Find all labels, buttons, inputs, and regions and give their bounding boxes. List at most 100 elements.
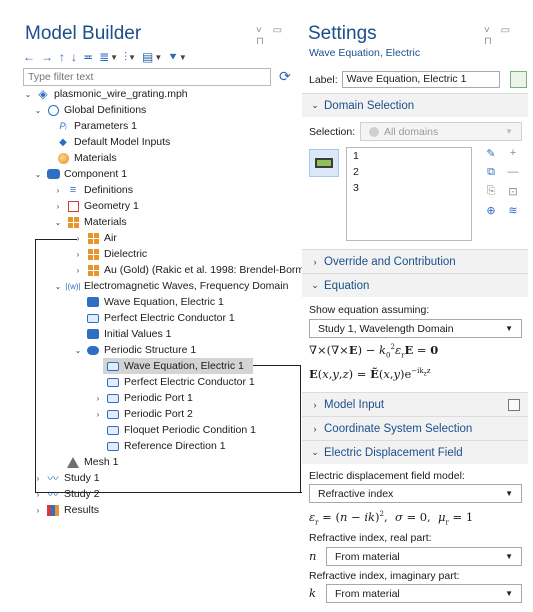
create-selection-icon[interactable]: ⊕ xyxy=(482,204,500,217)
tree-node-global-materials[interactable]: Materials xyxy=(53,150,117,166)
paste-selection-icon[interactable]: ✎ xyxy=(482,147,500,160)
port-icon xyxy=(106,392,120,404)
imaginary-part-caption: Refractive index, imaginary part: xyxy=(309,570,460,582)
collapse-toggle-icon[interactable]: ⌄ xyxy=(53,282,63,291)
tree-node-label: Wave Equation, Electric 1 xyxy=(124,360,244,372)
tree-node-ewfd[interactable]: ⌄ |(w)| Electromagnetic Waves, Frequency… xyxy=(53,278,289,294)
edit-icon[interactable] xyxy=(508,398,520,411)
tree-node-label: Geometry 1 xyxy=(84,200,139,212)
imaginary-part-combo[interactable]: From material ▼ xyxy=(326,584,522,603)
periodic-condition-icon xyxy=(106,424,120,436)
remove-icon[interactable]: — xyxy=(504,166,522,179)
zoom-selection-icon[interactable]: ⊡ xyxy=(504,185,522,198)
selection-list[interactable]: 1 2 3 xyxy=(346,147,472,241)
tree-node-periodic-port-2[interactable]: › Periodic Port 2 xyxy=(93,406,193,422)
model-builder-toolbar: ← → ↑ ↓ ≖ ≣ ▼ ⫶ ▼ ▤ ▼ ⯆ ▼ xyxy=(23,49,187,65)
expand-toggle-icon[interactable]: › xyxy=(93,410,103,419)
tree-node-mesh[interactable]: Mesh 1 xyxy=(63,454,118,470)
real-part-combo[interactable]: From material ▼ xyxy=(326,547,522,566)
list-icon[interactable]: ▤ ▼ xyxy=(142,50,162,64)
tree-node-reference-direction[interactable]: Reference Direction 1 xyxy=(103,438,226,454)
tree-node-study-1[interactable]: › 〰 Study 1 xyxy=(33,470,100,486)
move-down-icon[interactable]: ↓ xyxy=(71,50,77,64)
chevron-down-icon: ▼ xyxy=(154,52,163,62)
domain-selection-icon[interactable] xyxy=(309,149,339,177)
tree-node-initial-values[interactable]: Initial Values 1 xyxy=(83,326,172,342)
tree-node-floquet[interactable]: Floquet Periodic Condition 1 xyxy=(103,422,256,438)
selection-list-item[interactable]: 3 xyxy=(347,180,471,196)
refresh-icon[interactable]: ⟳ xyxy=(279,68,291,85)
tree-node-parameters[interactable]: Pᵢ Parameters 1 xyxy=(53,118,137,134)
collapse-icon[interactable]: ⫶ ▼ xyxy=(124,50,136,65)
chevron-down-icon: ▼ xyxy=(505,589,513,598)
reset-label-icon[interactable] xyxy=(509,71,527,88)
section-title: Domain Selection xyxy=(324,99,415,112)
tree-node-label: Wave Equation, Electric 1 xyxy=(104,296,224,308)
tree-node-gold[interactable]: › Au (Gold) (Rakic et al. 1998: Brendel-… xyxy=(73,262,310,278)
section-domain-selection[interactable]: ⌄ Domain Selection xyxy=(302,93,528,117)
highlight-icon[interactable]: ⯆ ▼ xyxy=(168,50,187,65)
expand-toggle-icon[interactable]: › xyxy=(73,234,83,243)
tree-node-default-model-inputs[interactable]: ◆ Default Model Inputs xyxy=(53,134,170,150)
forward-arrow-icon[interactable]: → xyxy=(41,50,53,64)
section-title: Model Input xyxy=(324,398,385,411)
tree-node-ps-pec[interactable]: Perfect Electric Conductor 1 xyxy=(103,374,255,390)
tree-node-pec[interactable]: Perfect Electric Conductor 1 xyxy=(83,310,235,326)
expand-toggle-icon[interactable]: › xyxy=(93,394,103,403)
tree-node-wave-equation[interactable]: Wave Equation, Electric 1 xyxy=(83,294,224,310)
tree-node-label: Periodic Port 2 xyxy=(124,408,193,420)
section-equation[interactable]: ⌄ Equation xyxy=(302,273,528,297)
tree-node-label: Au (Gold) (Rakic et al. 1998: Brendel-Bo… xyxy=(104,264,311,276)
collapse-toggle-icon[interactable]: ⌄ xyxy=(73,346,83,355)
tree-node-air[interactable]: › Air xyxy=(73,230,117,246)
tree-node-global-definitions[interactable]: ⌄ Global Definitions xyxy=(33,102,147,118)
tree-filter-input[interactable] xyxy=(23,68,271,86)
collapse-toggle-icon[interactable]: ⌄ xyxy=(23,90,33,99)
tree-node-results[interactable]: › Results xyxy=(33,502,99,518)
collapse-toggle-icon[interactable]: ⌄ xyxy=(33,106,43,115)
chevron-down-icon: ▼ xyxy=(128,52,136,62)
initial-values-icon xyxy=(86,328,100,340)
label-input[interactable]: Wave Equation, Electric 1 xyxy=(341,71,500,88)
add-icon[interactable]: + xyxy=(504,147,522,160)
back-arrow-icon[interactable]: ← xyxy=(23,50,35,64)
section-model-input[interactable]: › Model Input xyxy=(302,392,528,416)
expand-toggle-icon[interactable]: › xyxy=(73,266,83,275)
show-icon[interactable]: ≖ xyxy=(83,50,93,64)
expand-toggle-icon[interactable]: › xyxy=(53,202,63,211)
visibility-icon[interactable]: ≋ xyxy=(504,204,522,217)
reference-direction-icon xyxy=(106,440,120,452)
tree-node-definitions[interactable]: › ≡ Definitions xyxy=(53,182,133,198)
expand-toggle-icon[interactable]: › xyxy=(33,506,43,515)
tree-node-root[interactable]: ⌄ ◈ plasmonic_wire_grating.mph xyxy=(23,86,188,102)
collapse-toggle-icon[interactable]: ⌄ xyxy=(33,170,43,179)
settings-window-controls[interactable]: ˅ ▭ ⊓ xyxy=(484,25,528,47)
tree-node-ps-wave-equation[interactable]: Wave Equation, Electric 1 xyxy=(103,358,253,374)
edf-model-combo[interactable]: Refractive index ▼ xyxy=(309,484,522,503)
tree-node-materials[interactable]: ⌄ Materials xyxy=(53,214,127,230)
model-builder-window-controls[interactable]: ˅ ▭ ⊓ xyxy=(256,25,300,47)
expand-toggle-icon[interactable]: › xyxy=(73,250,83,259)
tree-node-periodic-port-1[interactable]: › Periodic Port 1 xyxy=(93,390,193,406)
tree-node-label: Floquet Periodic Condition 1 xyxy=(124,424,256,436)
section-electric-displacement-field[interactable]: ⌄ Electric Displacement Field xyxy=(302,440,528,464)
tree-node-label: Perfect Electric Conductor 1 xyxy=(104,312,235,324)
tree-node-dielectric[interactable]: › Dielectric xyxy=(73,246,148,262)
label-row: Label: Wave Equation, Electric 1 xyxy=(309,71,527,88)
selection-list-item[interactable]: 1 xyxy=(347,148,471,164)
equation-study-combo[interactable]: Study 1, Wavelength Domain ▼ xyxy=(309,319,522,338)
tree-node-study-2[interactable]: › 〰 Study 2 xyxy=(33,486,100,502)
section-override-contribution[interactable]: › Override and Contribution xyxy=(302,249,528,273)
collapse-toggle-icon[interactable]: ⌄ xyxy=(53,218,63,227)
expand-toggle-icon[interactable]: › xyxy=(53,186,63,195)
copy-selection-icon[interactable]: ⧉ xyxy=(482,166,500,179)
move-up-icon[interactable]: ↑ xyxy=(59,50,65,64)
tree-node-component[interactable]: ⌄ Component 1 xyxy=(33,166,127,182)
tree-node-geometry[interactable]: › Geometry 1 xyxy=(53,198,139,214)
chevron-down-icon: ▼ xyxy=(178,52,187,62)
selection-list-item[interactable]: 2 xyxy=(347,164,471,180)
clear-selection-icon[interactable]: ⎘ xyxy=(482,185,500,198)
tree-node-periodic-structure[interactable]: ⌄ Periodic Structure 1 xyxy=(73,342,197,358)
expand-icon[interactable]: ≣ ▼ xyxy=(99,50,118,64)
section-coordinate-system[interactable]: › Coordinate System Selection xyxy=(302,416,528,440)
